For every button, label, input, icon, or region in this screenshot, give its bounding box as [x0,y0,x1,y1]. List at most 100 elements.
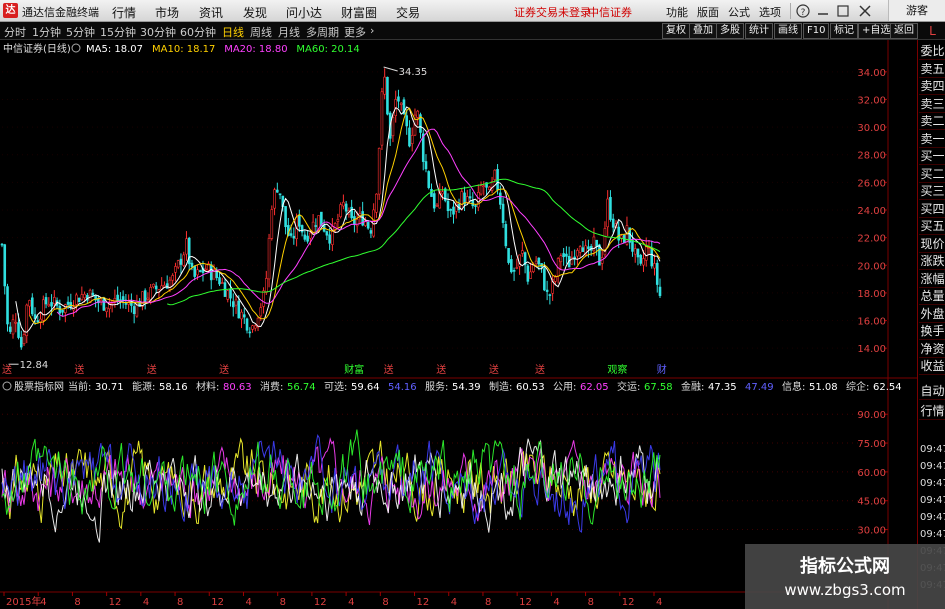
sidebar-item-10[interactable]: 买五 [919,217,945,235]
event-label-3: 送 [219,363,229,376]
menu-item-ask[interactable]: 问小达 [286,4,322,21]
sidebar-item-1[interactable]: 卖五 [919,60,945,78]
menu-item-discover[interactable]: 发现 [243,4,267,21]
candle-body [328,234,331,244]
sidebar-item-14[interactable]: 总量 [919,287,945,305]
period-more[interactable]: 更多 [344,24,366,40]
period-30min[interactable]: 30分钟 [140,24,176,40]
candle-body [182,254,186,266]
maximize-icon[interactable] [836,4,850,18]
candle-body [289,233,293,236]
x-tick-label: 4 [451,597,457,608]
candle-body [344,203,348,212]
function-button[interactable]: 功能 [666,4,688,20]
chart-canvas[interactable]: 中信证券(日线) MA5: 18.07 MA10: 18.17 MA20: 18.8… [0,40,917,609]
guest-button[interactable]: 游客 [888,0,945,21]
period-tick[interactable]: 分时 [4,24,26,40]
candle-body [529,271,532,279]
candle-body [28,300,31,307]
candle-body [474,205,477,207]
indicator-value-3: 56.74 [287,382,316,393]
add-watchlist-button[interactable]: +自选 [858,23,895,39]
sidebar-item-8[interactable]: 买三 [919,182,945,200]
candle-body [14,321,18,324]
stats-button[interactable]: 统计 [745,23,773,39]
menu-item-market[interactable]: 市场 [155,4,179,21]
quote-sidebar: L 委比 卖五 卖四 卖三 卖二 卖一 买一 买二 买三 买四 买五 现价 涨跌 涨幅 总量 外盘 换手 净资 收益… [917,24,945,609]
sidebar-item-9[interactable]: 买四 [919,200,945,218]
sidebar-item-12[interactable]: 涨跌 [919,252,945,270]
candle-body [44,297,48,305]
candle-body [248,331,252,334]
sidebar-item-19[interactable]: 自动 [919,382,945,400]
candle-body [6,286,9,325]
period-1min[interactable]: 1分钟 [32,24,61,40]
sidebar-item-16[interactable]: 换手 [919,322,945,340]
sidebar-item-5[interactable]: 卖一 [919,130,945,148]
candle-body [3,244,7,287]
candle-body [91,292,95,296]
candle-body [149,287,152,301]
overlay-button[interactable]: 叠加 [689,23,717,39]
sidebar-item-20[interactable]: 行情 [919,402,945,420]
watermark: 指标公式网 www.zbgs3.com [745,544,945,609]
period-daily[interactable]: 日线 [222,24,244,40]
indicator-settings-icon[interactable] [2,381,12,391]
back-button[interactable]: 返回 [890,23,918,39]
period-5min[interactable]: 5分钟 [66,24,95,40]
sidebar-item-3[interactable]: 卖三 [919,95,945,113]
candle-body [465,196,469,203]
candle-body [460,191,464,210]
sidebar-item-15[interactable]: 外盘 [919,305,945,323]
formula-button[interactable]: 公式 [728,4,750,20]
app-logo-icon: 达 [3,3,18,18]
indicator-label-3: 消费: [260,380,283,393]
x-tick-label: 4 [245,597,251,608]
menu-item-trade[interactable]: 交易 [396,4,420,21]
menu-item-wealth[interactable]: 财富圈 [341,4,377,21]
candle-body [620,235,623,239]
candle-body [658,286,662,296]
draw-button[interactable]: 画线 [774,23,802,39]
event-label-2: 送 [147,363,157,376]
f10-button[interactable]: F10 [803,23,830,39]
period-weekly[interactable]: 周线 [250,24,272,40]
sidebar-item-18[interactable]: 收益 [919,357,945,375]
sidebar-time-5: 09:47 [920,529,945,540]
close-icon[interactable] [858,4,872,18]
candle-body [397,96,400,102]
candle-body [53,297,56,305]
period-monthly[interactable]: 月线 [278,24,300,40]
sidebar-item-6[interactable]: 买一 [919,147,945,165]
settings-circle-icon[interactable] [71,43,81,53]
period-15min[interactable]: 15分钟 [100,24,136,40]
minimize-icon[interactable] [816,5,830,17]
layout-button[interactable]: 版面 [697,4,719,20]
menu-item-quotes[interactable]: 行情 [112,4,136,21]
menu-item-news[interactable]: 资讯 [199,4,223,21]
candle-body [253,325,257,329]
period-multi[interactable]: 多周期 [306,24,339,40]
price-tick-label: 16.00 [857,317,886,328]
sidebar-item-0[interactable]: 委比 [919,42,945,60]
candle-body [47,303,51,307]
period-60min[interactable]: 60分钟 [180,24,216,40]
sidebar-item-17[interactable]: 净资 [919,340,945,358]
sidebar-item-7[interactable]: 买二 [919,165,945,183]
adjust-button[interactable]: 复权 [662,23,690,39]
sidebar-item-11[interactable]: 现价 [919,235,945,253]
help-icon[interactable]: ? [796,4,810,18]
sidebar-item-4[interactable]: 卖二 [919,112,945,130]
sidebar-item-13[interactable]: 涨幅 [919,270,945,288]
ma20-line [56,128,661,317]
price-tick-label: 18.00 [857,289,886,300]
options-button[interactable]: 选项 [759,4,781,20]
indicator-value-8: 62.05 [580,382,609,393]
indicator-value-9: 67.58 [644,382,673,393]
multi-stock-button[interactable]: 多股 [716,23,744,39]
candle-body [121,296,125,301]
sidebar-item-2[interactable]: 卖四 [919,77,945,95]
mark-button[interactable]: 标记 [830,23,858,39]
login-status[interactable]: 证券交易未登录 [514,4,591,20]
more-arrow-icon[interactable]: › [370,24,374,37]
